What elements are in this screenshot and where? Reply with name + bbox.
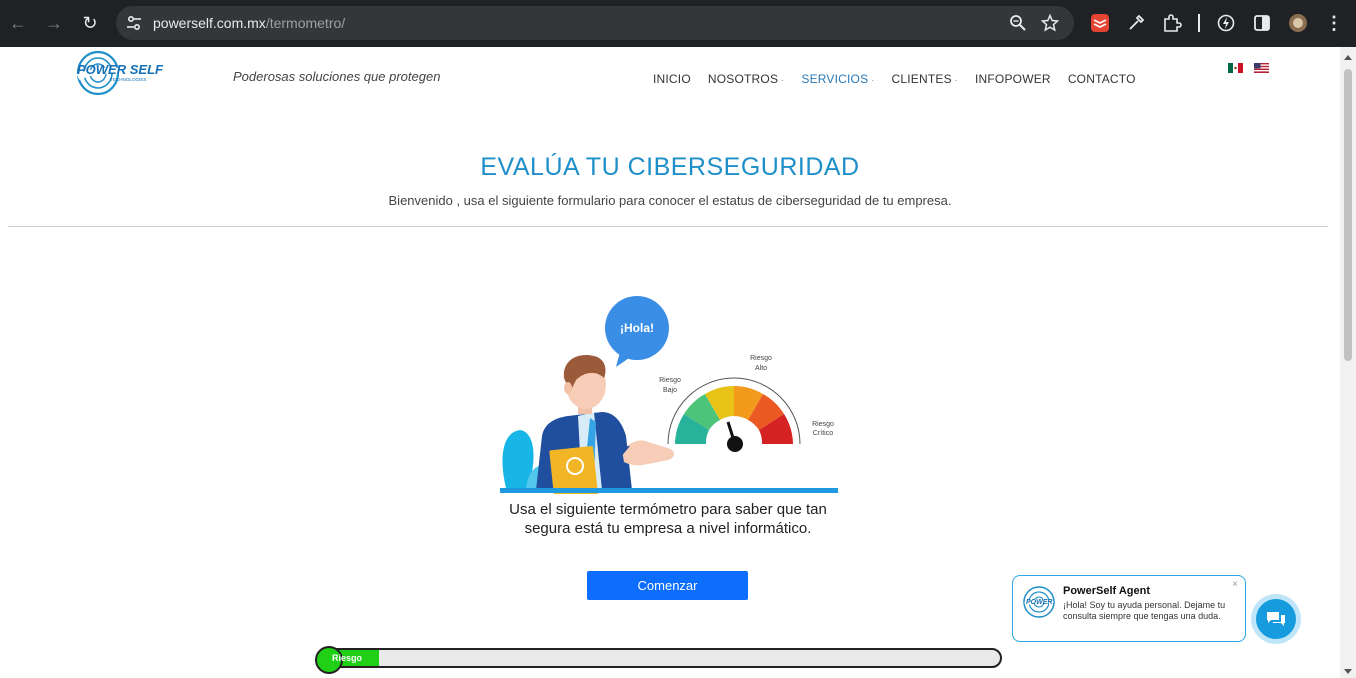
menu-contacto[interactable]: CONTACTO: [1068, 72, 1136, 86]
gauge-label-alto-2: Alto: [755, 365, 767, 372]
menu-servicios[interactable]: SERVICIOS ·: [801, 72, 874, 86]
url-text[interactable]: powerself.com.mx/termometro/: [153, 15, 345, 31]
menu-inicio[interactable]: INICIO: [653, 72, 691, 86]
menu-label: INFOPOWER: [975, 72, 1051, 86]
chat-popup[interactable]: POWER PowerSelf Agent ¡Hola! Soy tu ayud…: [1012, 575, 1246, 642]
usa-flag-icon[interactable]: [1254, 63, 1269, 73]
gauge-label-alto-1: Riesgo: [750, 355, 772, 362]
menu-infopower[interactable]: INFOPOWER: [975, 72, 1051, 86]
profile-avatar-icon[interactable]: [1288, 13, 1308, 33]
gauge-label-critico-2: Crítico: [813, 430, 833, 437]
agent-avatar: POWER: [1023, 586, 1055, 618]
illustration-baseline: [500, 488, 838, 493]
svg-text:TECHNOLOGIES: TECHNOLOGIES: [110, 77, 147, 82]
eyedropper-extension-icon[interactable]: [1126, 13, 1146, 33]
svg-text:POWER: POWER: [1026, 599, 1052, 606]
main-menu: INICIO NOSOTROS · SERVICIOS · CLIENTES · IN…: [653, 72, 1153, 86]
dropdown-caret-icon: ·: [871, 75, 875, 85]
powerself-logo[interactable]: POWER SELF TECHNOLOGIES: [76, 47, 166, 97]
zoom-icon[interactable]: [1009, 14, 1027, 32]
svg-text:POWER SELF: POWER SELF: [77, 62, 164, 77]
browser-toolbar: ← → ↻ powerself.com.mx/termometro/ ⋮: [0, 0, 1356, 47]
web-page: POWER SELF TECHNOLOGIES Poderosas soluci…: [0, 47, 1340, 678]
gauge-label-bajo-2: Bajo: [663, 387, 677, 394]
menu-label: INICIO: [653, 72, 691, 86]
forward-icon[interactable]: →: [42, 11, 66, 35]
url-domain: powerself.com.mx: [153, 15, 266, 31]
mexico-flag-icon[interactable]: [1228, 63, 1243, 73]
dropdown-caret-icon: ·: [781, 75, 785, 85]
address-bar[interactable]: powerself.com.mx/termometro/: [116, 6, 1074, 40]
site-settings-icon[interactable]: [124, 13, 144, 33]
thermometer-label: Riesgo: [332, 653, 363, 663]
side-panel-icon[interactable]: [1252, 13, 1272, 33]
scroll-thumb[interactable]: [1344, 69, 1352, 361]
businessman-figure: [536, 354, 674, 494]
divider: [8, 226, 1328, 227]
site-tagline: Poderosas soluciones que protegen: [233, 69, 441, 84]
scroll-up-icon[interactable]: [1344, 55, 1352, 60]
risk-gauge: Riesgo Bajo Riesgo Alto Riesgo Crítico: [659, 355, 834, 452]
menu-label: NOSOTROS: [707, 72, 779, 86]
menu-label: SERVICIOS: [801, 72, 869, 86]
menu-label: CONTACTO: [1067, 72, 1136, 86]
chat-launcher-button[interactable]: [1251, 594, 1301, 644]
bookmark-star-icon[interactable]: [1041, 14, 1059, 32]
url-path: /termometro/: [265, 15, 346, 31]
toolbar-separator: [1198, 14, 1200, 32]
chat-message: ¡Hola! Soy tu ayuda personal. Dejame tu …: [1063, 600, 1226, 621]
gauge-label-critico-1: Riesgo: [812, 421, 834, 428]
performance-icon[interactable]: [1216, 13, 1236, 33]
chat-agent-name: PowerSelf Agent: [1063, 585, 1150, 597]
browser-menu-icon[interactable]: ⋮: [1322, 11, 1346, 35]
chat-launcher-inner: [1256, 599, 1296, 639]
page-scrollbar[interactable]: [1340, 47, 1356, 678]
back-icon[interactable]: ←: [6, 11, 30, 35]
risk-thermometer: Riesgo: [315, 646, 1002, 674]
chat-bubble-icon: [1267, 612, 1285, 626]
scroll-down-icon[interactable]: [1344, 669, 1352, 674]
todoist-extension-icon[interactable]: [1090, 13, 1110, 33]
page-title: EVALÚA TU CIBERSEGURIDAD: [480, 153, 860, 181]
intro-text: Usa el siguiente termómetro para saber q…: [509, 501, 827, 537]
close-icon[interactable]: ×: [1232, 579, 1238, 590]
bubble-text: ¡Hola!: [620, 321, 654, 335]
start-button[interactable]: Comenzar: [587, 571, 748, 600]
gauge-label-bajo-1: Riesgo: [659, 377, 681, 384]
menu-nosotros[interactable]: NOSOTROS ·: [708, 72, 784, 86]
menu-clientes[interactable]: CLIENTES ·: [892, 72, 959, 86]
extensions-puzzle-icon[interactable]: [1162, 13, 1182, 33]
menu-label: CLIENTES: [891, 72, 952, 86]
speech-bubble: ¡Hola!: [605, 296, 669, 367]
dropdown-caret-icon: ·: [954, 75, 958, 85]
reload-icon[interactable]: ↻: [78, 11, 102, 35]
cybersecurity-illustration: ¡Hola! Riesgo Bajo Riesgo Alto Riesgo Cr…: [500, 296, 838, 494]
page-subtitle: Bienvenido , usa el siguiente formulario…: [388, 193, 952, 208]
